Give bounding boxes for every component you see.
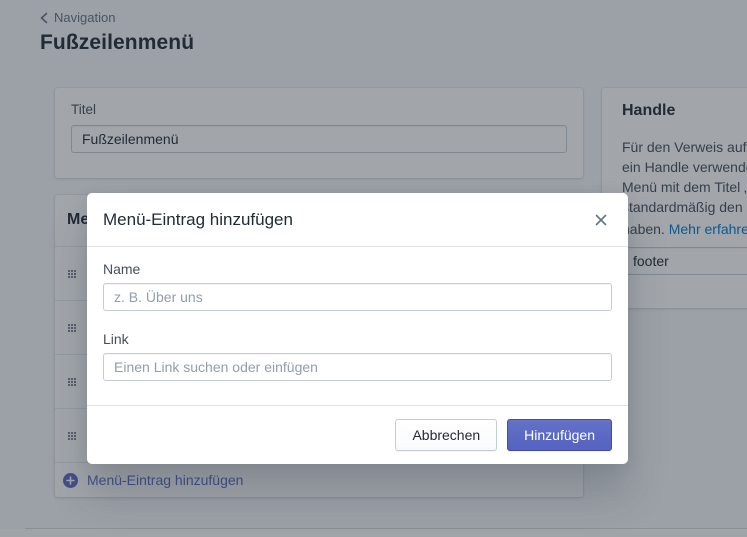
- modal-footer: Abbrechen Hinzufügen: [87, 405, 628, 464]
- name-field-group: Name: [103, 261, 612, 311]
- link-input[interactable]: [103, 353, 612, 381]
- modal-header: Menü-Eintrag hinzufügen: [87, 193, 628, 247]
- link-field-label: Link: [103, 331, 612, 347]
- modal-body: Name Link: [87, 247, 628, 405]
- modal-title: Menü-Eintrag hinzufügen: [103, 210, 293, 230]
- name-input[interactable]: [103, 283, 612, 311]
- link-field-group: Link: [103, 331, 612, 381]
- add-menu-item-modal: Menü-Eintrag hinzufügen Name Link Abbrec…: [87, 193, 628, 464]
- close-icon[interactable]: [590, 209, 612, 231]
- name-field-label: Name: [103, 261, 612, 277]
- submit-button[interactable]: Hinzufügen: [507, 419, 612, 451]
- cancel-button[interactable]: Abbrechen: [395, 419, 497, 451]
